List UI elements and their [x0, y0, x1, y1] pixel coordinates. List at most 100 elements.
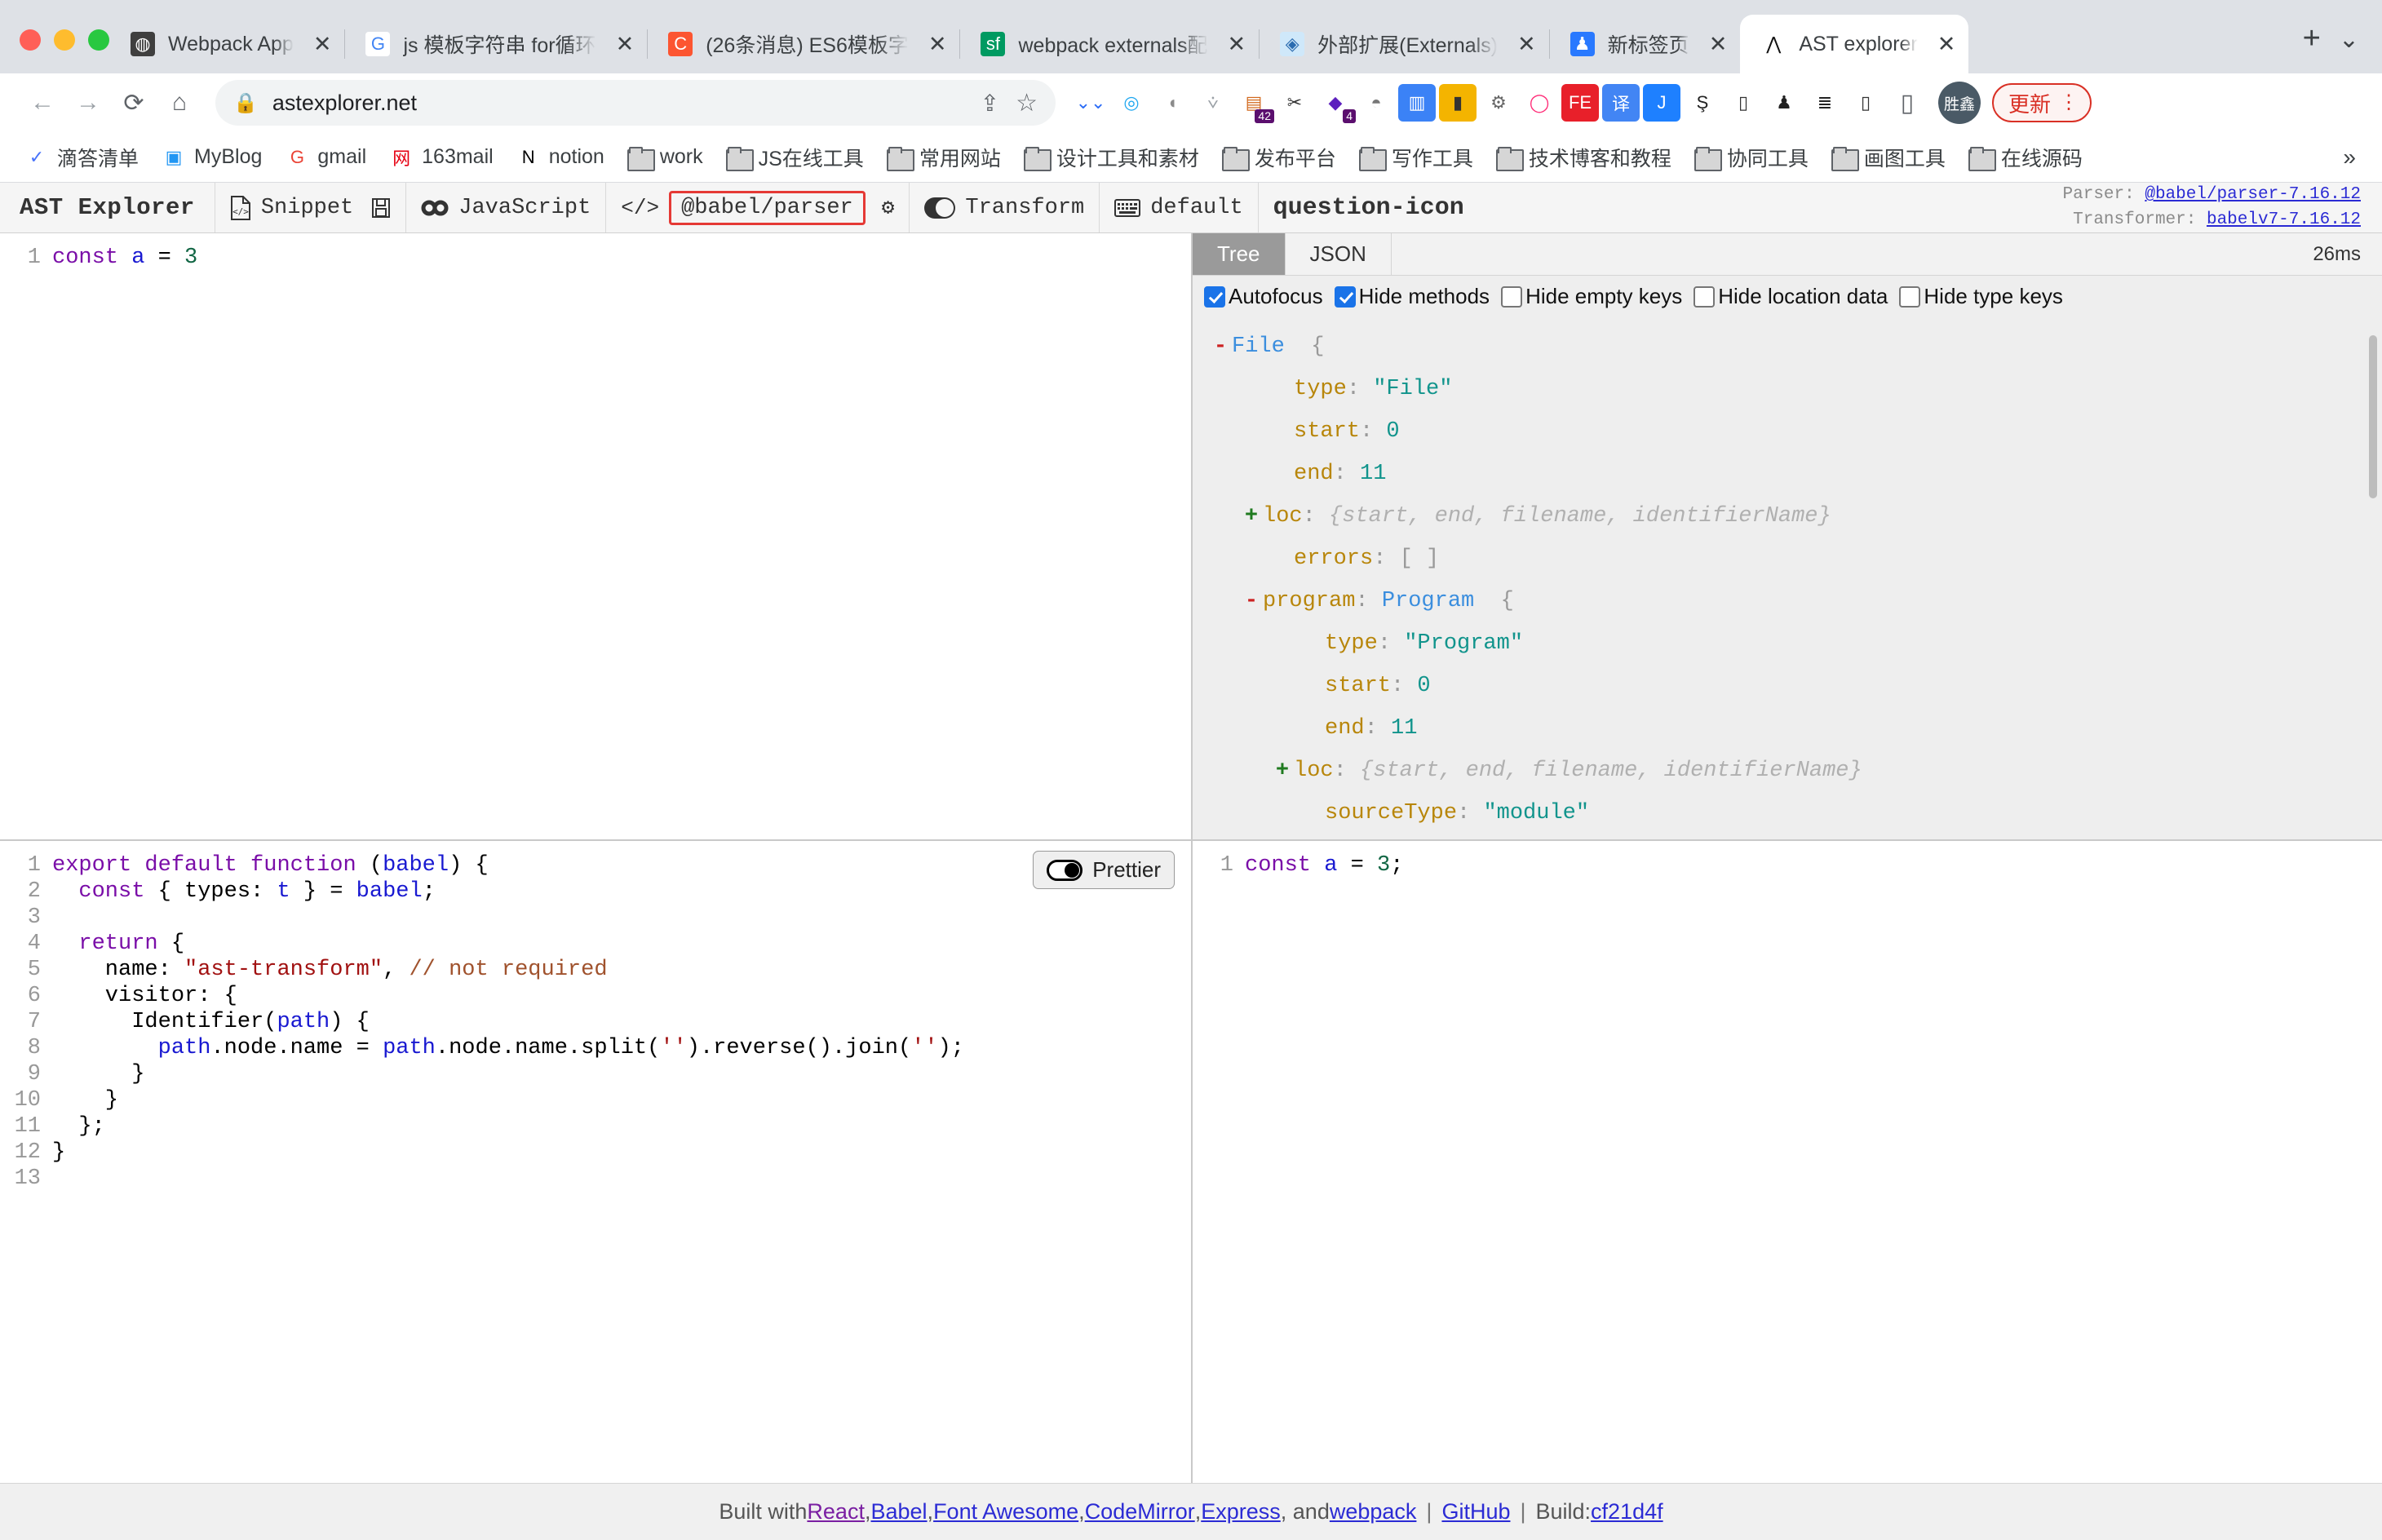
back-icon[interactable]: ← [20, 80, 65, 126]
prettier-toggle[interactable]: Prettier [1033, 851, 1175, 889]
gear-icon[interactable]: ⚙ [1480, 84, 1517, 122]
tree-option[interactable]: Hide empty keys [1501, 284, 1682, 309]
source-code-editor[interactable]: 1const a = 3 [0, 233, 1191, 839]
maximize-window-button[interactable] [88, 29, 109, 51]
tree-row[interactable]: end: 11 [1193, 707, 2382, 750]
transform-code-editor[interactable]: 1export default function (babel) {2 cons… [0, 841, 1191, 1483]
gear-icon[interactable]: ⚙ [882, 195, 895, 220]
feather-icon[interactable]: ▯ [1725, 84, 1762, 122]
s-icon[interactable]: Ş [1684, 84, 1721, 122]
address-bar[interactable]: 🔒 astexplorer.net ⇪ ☆ [215, 80, 1056, 126]
tab-close-icon[interactable]: ✕ [1517, 33, 1536, 55]
output-pane[interactable]: 1const a = 3; [1193, 841, 2382, 1483]
tree-row[interactable]: type: "File" [1193, 368, 2382, 410]
playlist-icon[interactable]: ≣ [1806, 84, 1844, 122]
browser-tab[interactable]: sfwebpack externals配✕ [959, 15, 1259, 73]
bookmark-item[interactable]: 常用网站 [877, 138, 1011, 177]
transformer-version-link[interactable]: babelv7-7.16.12 [2207, 210, 2361, 229]
snippet-button[interactable]: </> Snippet [215, 183, 406, 232]
browser-tab[interactable]: C(26条消息) ES6模板字✕ [647, 15, 959, 73]
juejin-icon[interactable]: J [1643, 84, 1680, 122]
browser-tab[interactable]: ♟新标签页✕ [1549, 15, 1741, 73]
tree-row[interactable]: -program: Program { [1193, 580, 2382, 622]
blue-ring-icon[interactable]: ◎ [1113, 84, 1150, 122]
bookmark-item[interactable]: 网163mail [379, 140, 503, 175]
phone-icon[interactable]: ▯ [1847, 84, 1884, 122]
transform-selector[interactable]: Transform [910, 183, 1100, 232]
tree-row[interactable]: +loc: {start, end, filename, identifierN… [1193, 750, 2382, 792]
browser-tab[interactable]: ⋀AST explorer✕ [1740, 15, 1968, 73]
tree-row[interactable]: +loc: {start, end, filename, identifierN… [1193, 495, 2382, 538]
footer-link-font-awesome[interactable]: Font Awesome [933, 1499, 1078, 1525]
tree-scrollbar[interactable] [2369, 335, 2377, 498]
tree-row[interactable]: sourceType: "module" [1193, 792, 2382, 834]
footer-link-build-hash[interactable]: cf21d4f [1591, 1499, 1663, 1525]
footer-link-babel[interactable]: Babel [870, 1499, 927, 1525]
checkbox[interactable] [1204, 286, 1225, 308]
expand-icon[interactable]: + [1271, 750, 1294, 792]
headphones-icon[interactable]: ◓ [1357, 84, 1395, 122]
footer-link-react[interactable]: React [807, 1499, 865, 1525]
clipper-icon[interactable]: ▤42 [1235, 84, 1273, 122]
parser-selector[interactable]: </> @babel/parser ⚙ [606, 183, 910, 232]
opera-ring-icon[interactable]: ◯ [1521, 84, 1558, 122]
bookmark-star-icon[interactable]: ☆ [1016, 89, 1038, 117]
reload-icon[interactable]: ⟳ [111, 80, 157, 126]
source-pane[interactable]: 1const a = 3 [0, 233, 1191, 841]
grey-droplet-icon[interactable]: ◖ [1153, 84, 1191, 122]
tree-option[interactable]: Hide type keys [1899, 284, 2063, 309]
browser-menu-icon[interactable]: ⋮ [2059, 95, 2079, 110]
checkbox[interactable] [1694, 286, 1715, 308]
language-selector[interactable]: JavaScript [406, 183, 606, 232]
toggle-icon[interactable] [1047, 860, 1083, 881]
bookmark-manager-icon[interactable]: ▮ [1439, 84, 1477, 122]
browser-tab[interactable]: ◈外部扩展(Externals)✕ [1259, 15, 1549, 73]
tree-option[interactable]: Hide location data [1694, 284, 1888, 309]
scissors-icon[interactable]: ✂ [1276, 84, 1313, 122]
bookmark-item[interactable]: ▣MyBlog [152, 140, 272, 175]
ghost-icon[interactable]: ♟ [1765, 84, 1803, 122]
bookmark-item[interactable]: 在线源码 [1959, 138, 2092, 177]
tree-row[interactable]: type: "Program" [1193, 622, 2382, 665]
tab-close-icon[interactable]: ✕ [616, 33, 635, 55]
parser-label[interactable]: @babel/parser [669, 191, 866, 225]
parser-version-link[interactable]: @babel/parser-7.16.12 [2145, 185, 2361, 204]
tree-row[interactable]: errors: [ ] [1193, 538, 2382, 580]
purple-gem-icon[interactable]: ◆4 [1317, 84, 1354, 122]
tab-close-icon[interactable]: ✕ [1709, 33, 1728, 55]
tree-row[interactable]: -File { [1193, 325, 2382, 368]
tree-row[interactable]: start: 0 [1193, 665, 2382, 707]
new-tab-button[interactable]: + [2285, 23, 2339, 73]
bookmark-item[interactable]: Ggmail [275, 140, 376, 175]
tree-option[interactable]: Hide methods [1335, 284, 1490, 309]
tree-row[interactable]: start: 0 [1193, 410, 2382, 453]
footer-link-codemirror[interactable]: CodeMirror [1085, 1499, 1195, 1525]
sidebar-icon[interactable]: ▯ [1884, 80, 1930, 126]
bookmark-item[interactable]: JS在线工具 [716, 138, 874, 177]
footer-link-github[interactable]: GitHub [1441, 1499, 1510, 1525]
tab-json[interactable]: JSON [1286, 233, 1392, 275]
tab-close-icon[interactable]: ✕ [313, 33, 332, 55]
transform-output-editor[interactable]: 1const a = 3; [1193, 841, 2382, 1483]
browser-tab[interactable]: Gjs 模板字符串 for循环✕ [344, 15, 647, 73]
filter-icon[interactable]: ⩒ [1194, 84, 1232, 122]
tab-close-icon[interactable]: ✕ [1937, 33, 1956, 55]
footer-link-webpack[interactable]: webpack [1330, 1499, 1417, 1525]
minimize-window-button[interactable] [54, 29, 75, 51]
google-translate-icon[interactable]: 译 [1602, 84, 1640, 122]
tab-search-button[interactable]: ⌄ [2339, 28, 2382, 73]
home-icon[interactable]: ⌂ [157, 80, 202, 126]
bookmark-item[interactable]: 设计工具和素材 [1014, 138, 1209, 177]
toggle-on-icon[interactable] [924, 197, 955, 219]
checkbox[interactable] [1335, 286, 1356, 308]
chart-icon[interactable]: ▥ [1398, 84, 1436, 122]
keymap-selector[interactable]: default [1100, 183, 1258, 232]
fe-icon[interactable]: FE [1561, 84, 1599, 122]
browser-tab[interactable]: ◍Webpack App✕ [109, 15, 344, 73]
close-window-button[interactable] [20, 29, 41, 51]
footer-link-express[interactable]: Express [1201, 1499, 1281, 1525]
tree-option[interactable]: Autofocus [1204, 284, 1323, 309]
bookmark-item[interactable]: work [618, 140, 713, 174]
avatar[interactable]: 胜鑫 [1938, 82, 1981, 124]
tab-close-icon[interactable]: ✕ [1228, 33, 1246, 55]
